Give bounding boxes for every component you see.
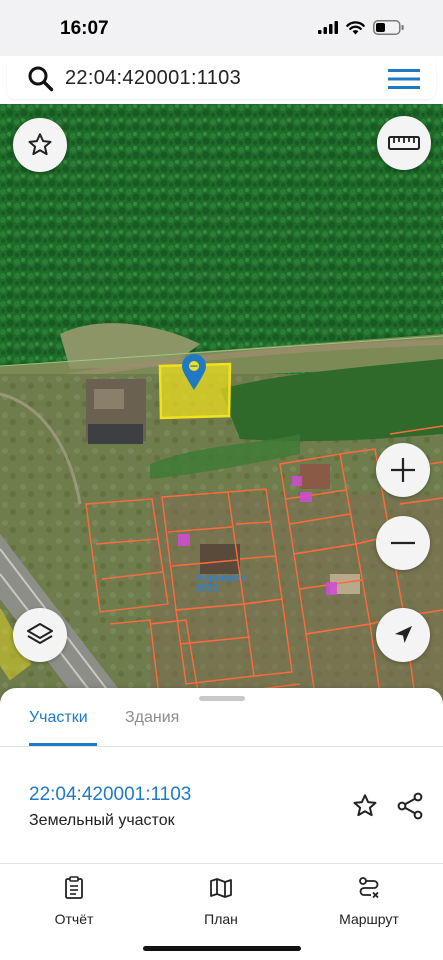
map-view[interactable]: Аэрофото 2023 [0, 104, 443, 704]
ruler-icon [388, 136, 420, 150]
layers-button[interactable] [13, 608, 67, 662]
status-icons [318, 20, 405, 35]
nav-route[interactable]: Маршрут [309, 876, 429, 927]
search-bar[interactable]: 22:04:420001:1103 [7, 57, 436, 99]
nav-plan[interactable]: План [161, 876, 281, 927]
status-bar: 16:07 [0, 0, 443, 56]
cellular-signal-icon [318, 21, 338, 34]
nav-plan-label: План [204, 911, 238, 927]
parcel-cadastral-number[interactable]: 22:04:420001:1103 [29, 784, 191, 806]
map-watermark: Аэрофото 2023 [196, 574, 246, 594]
wifi-icon [346, 20, 365, 34]
tab-parcels[interactable]: Участки [29, 709, 88, 727]
star-outline-icon[interactable] [351, 792, 379, 820]
parcel-type: Земельный участок [29, 812, 175, 829]
my-location-button[interactable] [376, 608, 430, 662]
menu-icon[interactable] [388, 68, 420, 90]
zoom-in-button[interactable] [376, 443, 430, 497]
share-icon[interactable] [396, 792, 424, 820]
nav-route-label: Маршрут [339, 911, 399, 927]
sheet-drag-handle[interactable] [199, 696, 245, 701]
watermark-line2: 2023 [196, 583, 219, 594]
zoom-out-button[interactable] [376, 516, 430, 570]
search-icon[interactable] [27, 65, 54, 92]
nav-report[interactable]: Отчёт [14, 876, 134, 927]
tab-divider [0, 746, 443, 747]
battery-icon [373, 20, 404, 35]
tab-buildings[interactable]: Здания [125, 709, 179, 727]
minus-icon [391, 541, 415, 545]
layers-icon [27, 623, 53, 644]
star-icon [28, 133, 52, 156]
map-plan-icon [210, 878, 232, 898]
status-time: 16:07 [60, 18, 109, 39]
nav-report-label: Отчёт [54, 911, 94, 927]
plus-icon [391, 458, 415, 482]
measure-button[interactable] [377, 116, 431, 170]
satellite-imagery[interactable] [0, 104, 443, 704]
search-input[interactable]: 22:04:420001:1103 [65, 67, 241, 90]
report-icon [65, 876, 83, 899]
home-indicator[interactable] [143, 946, 301, 951]
navigation-arrow-icon [395, 626, 412, 643]
route-icon [359, 877, 379, 899]
favorite-button[interactable] [13, 118, 67, 172]
